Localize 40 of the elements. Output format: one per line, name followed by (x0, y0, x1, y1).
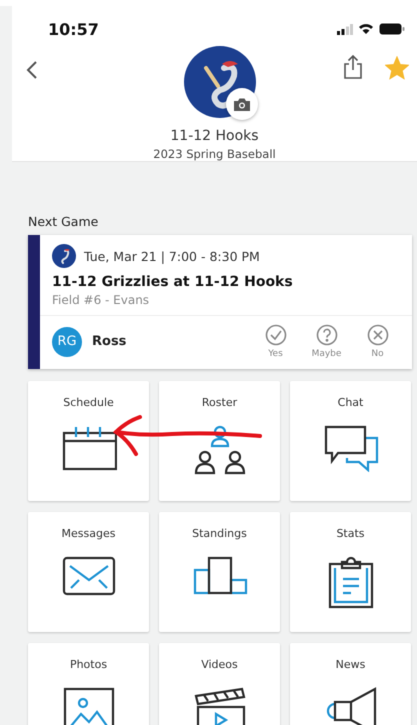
calendar-icon (60, 424, 116, 472)
envelope-icon (60, 555, 116, 597)
chat-icon (322, 424, 378, 472)
wifi-icon (358, 23, 374, 35)
check-icon (264, 324, 286, 346)
player-avatar: RG (52, 326, 82, 356)
menu-tile[interactable]: Schedule (28, 381, 149, 501)
menu-tile[interactable]: News (290, 643, 411, 725)
rsvp-button[interactable]: Maybe (304, 324, 349, 359)
menu-tile[interactable]: Photos (28, 643, 149, 725)
podium-icon (192, 555, 248, 595)
rsvp-button[interactable]: No (355, 324, 400, 359)
next-game-card[interactable]: Tue, Mar 21 | 7:00 - 8:30 PM 11-12 Grizzlies at 11-12 Hooks Field #6 - Evans RG Ross Yes Maybe No (28, 235, 412, 369)
camera-icon (233, 96, 251, 112)
team-logo (52, 244, 76, 268)
menu-tile[interactable]: Messages (28, 512, 149, 632)
team-name: 11-12 Hooks (169, 128, 260, 144)
section-heading: Next Game (28, 214, 100, 229)
player-name: Ross (92, 334, 128, 349)
signal-icon (337, 24, 353, 34)
status-time: 10:57 (48, 20, 99, 38)
rsvp-button[interactable]: Yes (253, 324, 298, 359)
menu-tile[interactable]: Standings (159, 512, 280, 632)
share-icon (343, 54, 363, 80)
game-location: Field #6 - Evans (52, 293, 150, 307)
menu-tile[interactable]: Chat (290, 381, 411, 501)
menu-tile[interactable]: Stats (290, 512, 411, 632)
clapper-icon (192, 686, 248, 725)
game-title: 11-12 Grizzlies at 11-12 Hooks (52, 274, 294, 290)
game-datetime: Tue, Mar 21 | 7:00 - 8:30 PM (84, 248, 260, 264)
camera-button[interactable] (226, 88, 258, 120)
clipboard-icon (326, 555, 374, 609)
star-icon (385, 56, 409, 80)
menu-tile[interactable]: Videos (159, 643, 280, 725)
back-icon (26, 60, 38, 80)
menu-tile[interactable]: Roster (159, 381, 280, 501)
cross-icon (366, 324, 388, 346)
season-name: 2023 Spring Baseball (152, 147, 277, 161)
battery-icon (379, 23, 405, 35)
question-icon (316, 324, 338, 346)
